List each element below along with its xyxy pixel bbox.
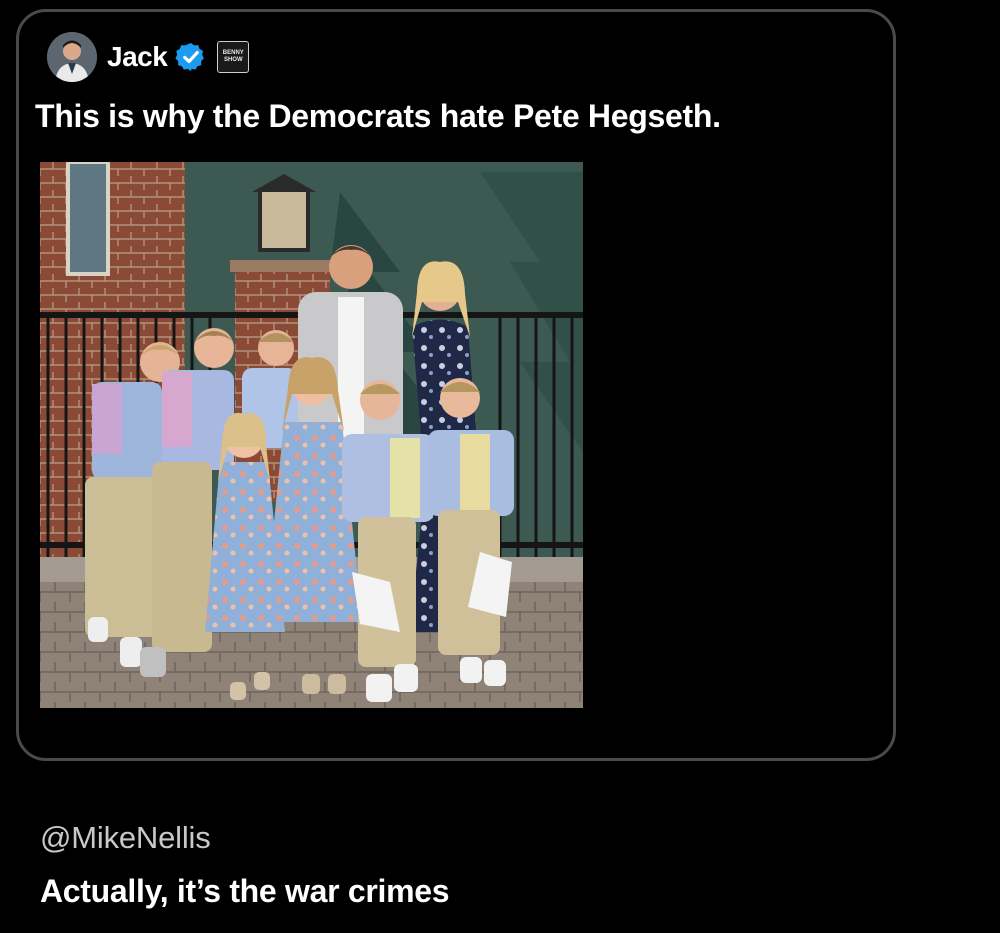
family-photo-image xyxy=(40,162,583,708)
affiliate-badge-line1: BENNY xyxy=(222,50,244,56)
reply: @MikeNellis Actually, it’s the war crime… xyxy=(40,820,450,910)
verified-badge-icon xyxy=(175,43,205,71)
tweet-text: This is why the Democrats hate Pete Hegs… xyxy=(35,98,721,134)
affiliate-badge-line2: SHOW xyxy=(223,57,243,63)
affiliate-badge-icon[interactable]: BENNY SHOW xyxy=(217,41,250,73)
author-display-name[interactable]: Jack xyxy=(107,41,168,73)
reply-handle[interactable]: @MikeNellis xyxy=(40,820,449,856)
tweet-photo[interactable] xyxy=(40,162,583,708)
reply-text: Actually, it’s the war crimes xyxy=(40,873,450,909)
quoted-tweet-card[interactable]: Jack BENNY SHOW This is why the Democrat… xyxy=(16,9,896,761)
user-avatar-icon xyxy=(47,32,97,82)
tweet-header: Jack BENNY SHOW xyxy=(47,31,250,83)
avatar[interactable] xyxy=(47,32,97,82)
